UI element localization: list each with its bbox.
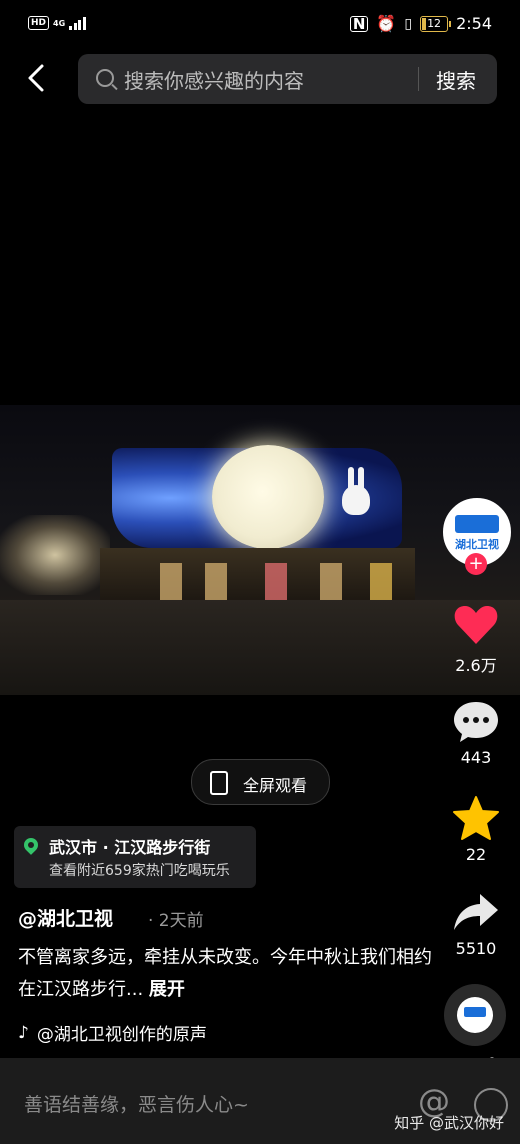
shopfront bbox=[160, 563, 182, 603]
city-lights bbox=[0, 515, 110, 595]
search-input[interactable]: 搜索你感兴趣的内容 bbox=[124, 65, 304, 94]
like-count: 2.6万 bbox=[455, 656, 497, 675]
favorite-icon[interactable] bbox=[452, 795, 500, 841]
music-credit[interactable]: ♪ @湖北卫视创作的原声 bbox=[18, 1020, 207, 1046]
search-divider bbox=[418, 67, 419, 91]
expand-link[interactable]: 展开 bbox=[149, 979, 185, 1000]
shopfront bbox=[265, 563, 287, 603]
comment-count: 443 bbox=[460, 748, 492, 767]
comment-icon[interactable] bbox=[452, 700, 500, 744]
location-title: 武汉市 · 江汉路步行街 bbox=[49, 838, 211, 857]
signal-icon bbox=[69, 16, 86, 30]
post-time: · 2天前 bbox=[148, 911, 204, 931]
like-icon[interactable] bbox=[452, 600, 500, 648]
music-label: @湖北卫视创作的原声 bbox=[36, 1025, 207, 1045]
location-subtitle: 查看附近659家热门吃喝玩乐 bbox=[49, 863, 230, 879]
battery-icon: 12 bbox=[420, 15, 452, 32]
post-description: 不管离家多远，牵挂从未改变。今年中秋让我们相约在江汉路步行... 展开 bbox=[18, 942, 448, 1006]
music-note-icon: ♪ bbox=[18, 1022, 29, 1043]
network-label: 4G bbox=[53, 18, 66, 28]
share-count: 5510 bbox=[455, 939, 497, 958]
vibrate-icon: ▯ bbox=[404, 15, 413, 32]
location-pin-icon bbox=[21, 835, 41, 855]
alarm-icon: ⏰ bbox=[376, 14, 397, 33]
fullscreen-label: 全屏观看 bbox=[243, 776, 308, 795]
shopfront bbox=[370, 563, 392, 603]
nfc-icon: N bbox=[349, 15, 369, 32]
author-name[interactable]: @湖北卫视 bbox=[18, 904, 113, 931]
search-bar[interactable]: 搜索你感兴趣的内容 搜索 bbox=[78, 54, 497, 104]
phone-rotate-icon bbox=[210, 771, 228, 795]
watermark: 知乎 @武汉你好 bbox=[394, 1114, 504, 1132]
shopfront bbox=[205, 563, 227, 603]
hubei-tv-logo-icon bbox=[464, 1007, 486, 1017]
status-bar: HD 4G N ⏰ ▯ 12 2:54 bbox=[0, 0, 520, 52]
hubei-tv-logo-icon bbox=[455, 515, 499, 533]
video-player[interactable] bbox=[0, 405, 520, 695]
search-button[interactable]: 搜索 bbox=[436, 65, 476, 94]
status-right: N ⏰ ▯ 12 2:54 bbox=[349, 14, 492, 33]
status-left: HD 4G bbox=[28, 16, 86, 30]
disc-logo bbox=[457, 997, 493, 1033]
clock: 2:54 bbox=[456, 14, 492, 33]
rabbit-image bbox=[340, 467, 370, 517]
moon-image bbox=[212, 445, 324, 549]
share-icon[interactable] bbox=[452, 892, 500, 932]
shopfront bbox=[320, 563, 342, 603]
avatar-label: 湖北卫视 bbox=[455, 538, 499, 551]
follow-button[interactable]: + bbox=[465, 553, 487, 575]
search-icon bbox=[96, 69, 114, 87]
street-plaza bbox=[0, 600, 520, 695]
hd-icon: HD bbox=[28, 16, 50, 30]
back-icon[interactable] bbox=[22, 60, 52, 96]
comment-input[interactable]: 善语结善缘，恶言伤人心~ bbox=[24, 1090, 249, 1117]
favorite-count: 22 bbox=[465, 845, 487, 864]
location-card[interactable]: 武汉市 · 江汉路步行街 查看附近659家热门吃喝玩乐 bbox=[14, 826, 256, 888]
fullscreen-button[interactable]: 全屏观看 bbox=[191, 759, 330, 805]
building-base bbox=[100, 548, 415, 606]
description-text: 不管离家多远，牵挂从未改变。今年中秋让我们相约在江汉路步行... bbox=[18, 947, 432, 1000]
music-disc[interactable] bbox=[444, 984, 506, 1046]
